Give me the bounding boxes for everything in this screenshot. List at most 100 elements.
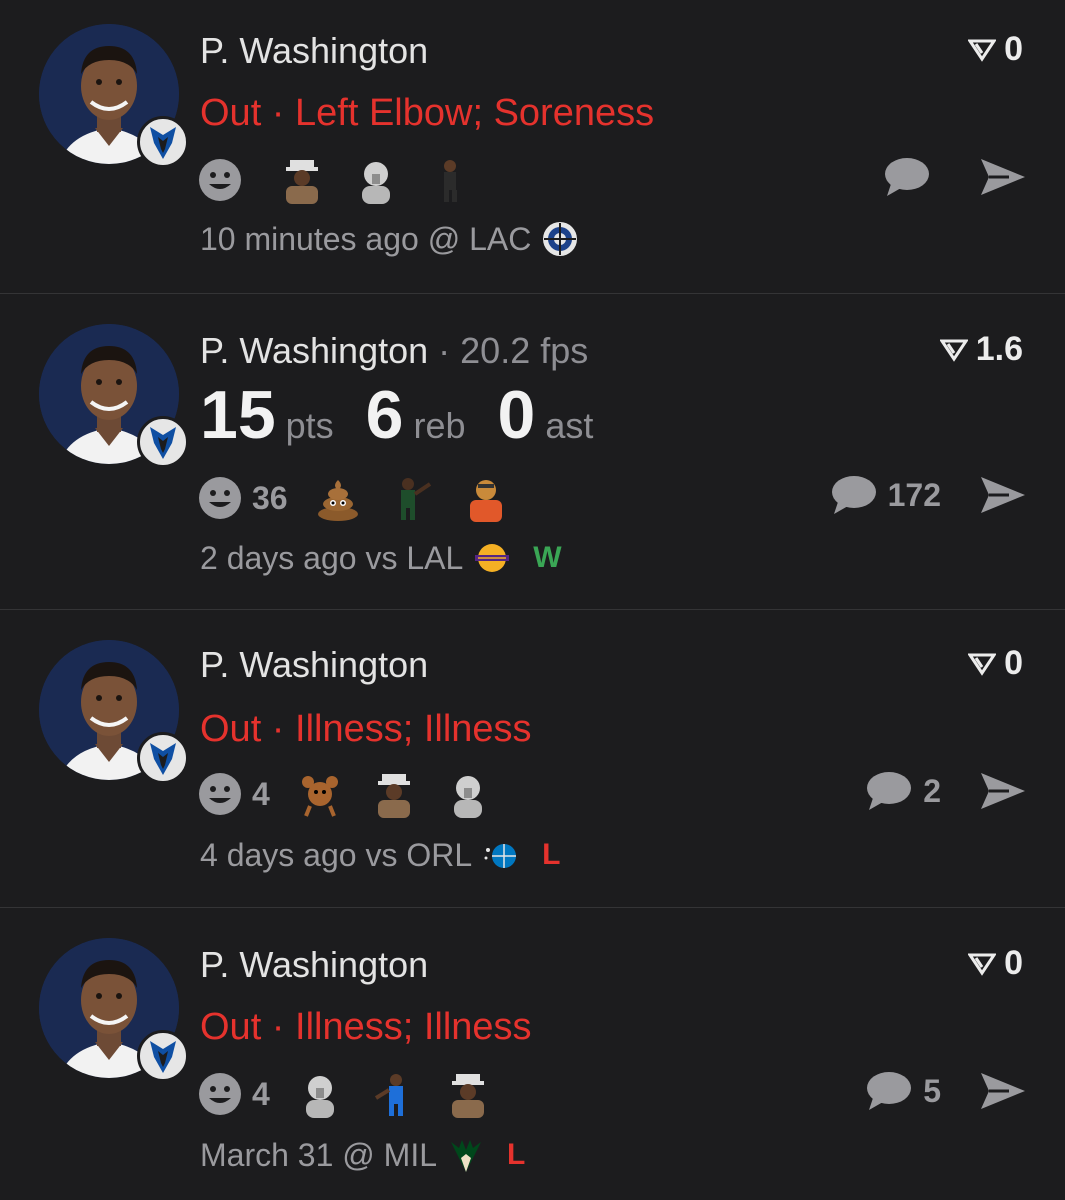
comment-count: 2 <box>923 772 941 809</box>
post-actions: 172 <box>830 474 1027 516</box>
comment-button[interactable]: 2 <box>865 770 941 812</box>
score-value: 0 <box>1004 944 1023 982</box>
game-location[interactable]: @ MIL <box>342 1137 437 1174</box>
assists-label: ast <box>545 405 594 446</box>
reactions-row[interactable] <box>198 156 474 204</box>
post-actions <box>883 156 1027 198</box>
injury-status: Out · Illness; Illness <box>200 708 532 750</box>
post-time: March 31 <box>200 1136 334 1173</box>
mavericks-logo-icon <box>137 1030 189 1082</box>
player-name[interactable]: P. Washington <box>200 644 428 686</box>
vote-score[interactable]: 0 <box>968 30 1023 69</box>
sticker-cartoon-mouse-icon[interactable] <box>296 770 344 818</box>
injury-status: Out · Illness; Illness <box>200 1006 532 1048</box>
comment-count: 5 <box>923 1072 941 1109</box>
mavericks-logo-icon <box>137 416 189 468</box>
magic-logo-icon <box>484 844 517 868</box>
clippers-logo-icon <box>543 222 578 256</box>
feed-card[interactable]: P. Washington 0 Out · Left Elbow; Sorene… <box>0 0 1065 293</box>
sticker-player-blue-icon[interactable] <box>370 1070 418 1118</box>
player-name[interactable]: P. Washington <box>200 30 428 72</box>
smiley-icon[interactable] <box>198 1072 242 1116</box>
comment-bubble-icon <box>867 772 912 810</box>
player-avatar[interactable] <box>39 938 189 1082</box>
share-send-icon[interactable] <box>979 475 1027 515</box>
downvote-arrow-icon <box>968 39 997 62</box>
comment-button[interactable] <box>883 156 941 198</box>
post-time: 10 minutes ago <box>200 220 419 257</box>
feed-card[interactable]: P. Washington 0 Out · Illness; Illness 4… <box>0 907 1065 1200</box>
sticker-player-pointing-icon[interactable] <box>388 474 436 522</box>
downvote-arrow-icon <box>968 653 997 676</box>
sticker-man-hat-icon[interactable] <box>370 770 418 818</box>
smiley-icon[interactable] <box>198 476 242 520</box>
mavericks-logo-icon <box>137 732 189 784</box>
game-result: L <box>542 838 561 871</box>
sticker-dancing-man-icon[interactable] <box>426 156 474 204</box>
reaction-count: 36 <box>252 479 288 516</box>
injury-feed: P. Washington 0 Out · Left Elbow; Sorene… <box>0 0 1065 1200</box>
comment-button[interactable]: 172 <box>830 474 941 516</box>
player-name[interactable]: P. Washington <box>200 944 428 986</box>
player-avatar[interactable] <box>39 324 189 468</box>
sticker-man-hat-icon[interactable] <box>444 1070 492 1118</box>
game-result: L <box>507 1138 526 1171</box>
reactions-row[interactable]: 4 <box>198 1070 492 1118</box>
score-value: 0 <box>1004 30 1023 68</box>
post-time: 2 days ago <box>200 539 357 576</box>
player-avatar[interactable] <box>39 640 189 784</box>
sticker-gray-figure-icon[interactable] <box>352 156 400 204</box>
reaction-count: 4 <box>252 1075 270 1112</box>
bucks-logo-icon <box>451 1140 481 1172</box>
share-send-icon[interactable] <box>979 157 1027 197</box>
game-meta: 2 days ago vs LAL W <box>200 539 562 577</box>
reactions-row[interactable]: 36 <box>198 474 510 522</box>
comment-button[interactable]: 5 <box>865 1070 941 1112</box>
comment-count: 172 <box>887 476 941 513</box>
rebounds-value: 6 <box>365 377 404 453</box>
fantasy-points: · 20.2 fps <box>438 330 589 371</box>
post-actions: 2 <box>865 770 1027 812</box>
game-meta: 4 days ago vs ORL L <box>200 836 560 874</box>
downvote-arrow-icon <box>939 339 968 362</box>
sticker-man-orange-icon[interactable] <box>462 474 510 522</box>
smiley-icon[interactable] <box>198 158 242 202</box>
post-actions: 5 <box>865 1070 1027 1112</box>
reaction-count: 4 <box>252 775 270 812</box>
downvote-arrow-icon <box>968 953 997 976</box>
poop-emoji-icon[interactable] <box>314 474 362 522</box>
comment-bubble-icon <box>885 158 929 196</box>
vote-score[interactable]: 1.6 <box>939 330 1023 369</box>
vote-score[interactable]: 0 <box>968 944 1023 983</box>
vote-score[interactable]: 0 <box>968 644 1023 683</box>
sticker-gray-figure-icon[interactable] <box>296 1070 344 1118</box>
injury-status: Out · Left Elbow; Soreness <box>200 92 655 134</box>
feed-card[interactable]: P. Washington 0 Out · Illness; Illness 4… <box>0 609 1065 907</box>
score-value: 0 <box>1004 644 1023 682</box>
assists-value: 0 <box>497 377 536 453</box>
points-value: 15 <box>200 377 276 453</box>
player-avatar[interactable] <box>39 24 189 168</box>
game-meta: 10 minutes ago @ LAC <box>200 220 601 258</box>
score-value: 1.6 <box>975 330 1023 368</box>
share-send-icon[interactable] <box>979 771 1027 811</box>
sticker-man-hat-icon[interactable] <box>278 156 326 204</box>
share-send-icon[interactable] <box>979 1071 1027 1111</box>
mavericks-logo-icon <box>137 116 189 168</box>
post-time: 4 days ago <box>200 836 357 873</box>
game-location[interactable]: vs LAL <box>365 540 463 577</box>
smiley-icon[interactable] <box>198 772 242 816</box>
sticker-gray-figure-icon[interactable] <box>444 770 492 818</box>
game-location[interactable]: @ LAC <box>428 221 532 258</box>
feed-card[interactable]: P. Washington · 20.2 fps 1.6 15 pts 6 re… <box>0 293 1065 609</box>
points-label: pts <box>285 405 334 446</box>
game-location[interactable]: vs ORL <box>365 837 472 874</box>
game-meta: March 31 @ MIL L <box>200 1136 525 1174</box>
stat-line: 15 pts 6 reb 0 ast <box>200 376 625 454</box>
comment-bubble-icon <box>867 1072 912 1110</box>
lakers-logo-icon <box>475 544 510 572</box>
player-name[interactable]: P. Washington <box>200 330 428 371</box>
comment-bubble-icon <box>831 476 876 514</box>
reactions-row[interactable]: 4 <box>198 770 492 818</box>
player-name-row: P. Washington · 20.2 fps <box>200 330 588 372</box>
